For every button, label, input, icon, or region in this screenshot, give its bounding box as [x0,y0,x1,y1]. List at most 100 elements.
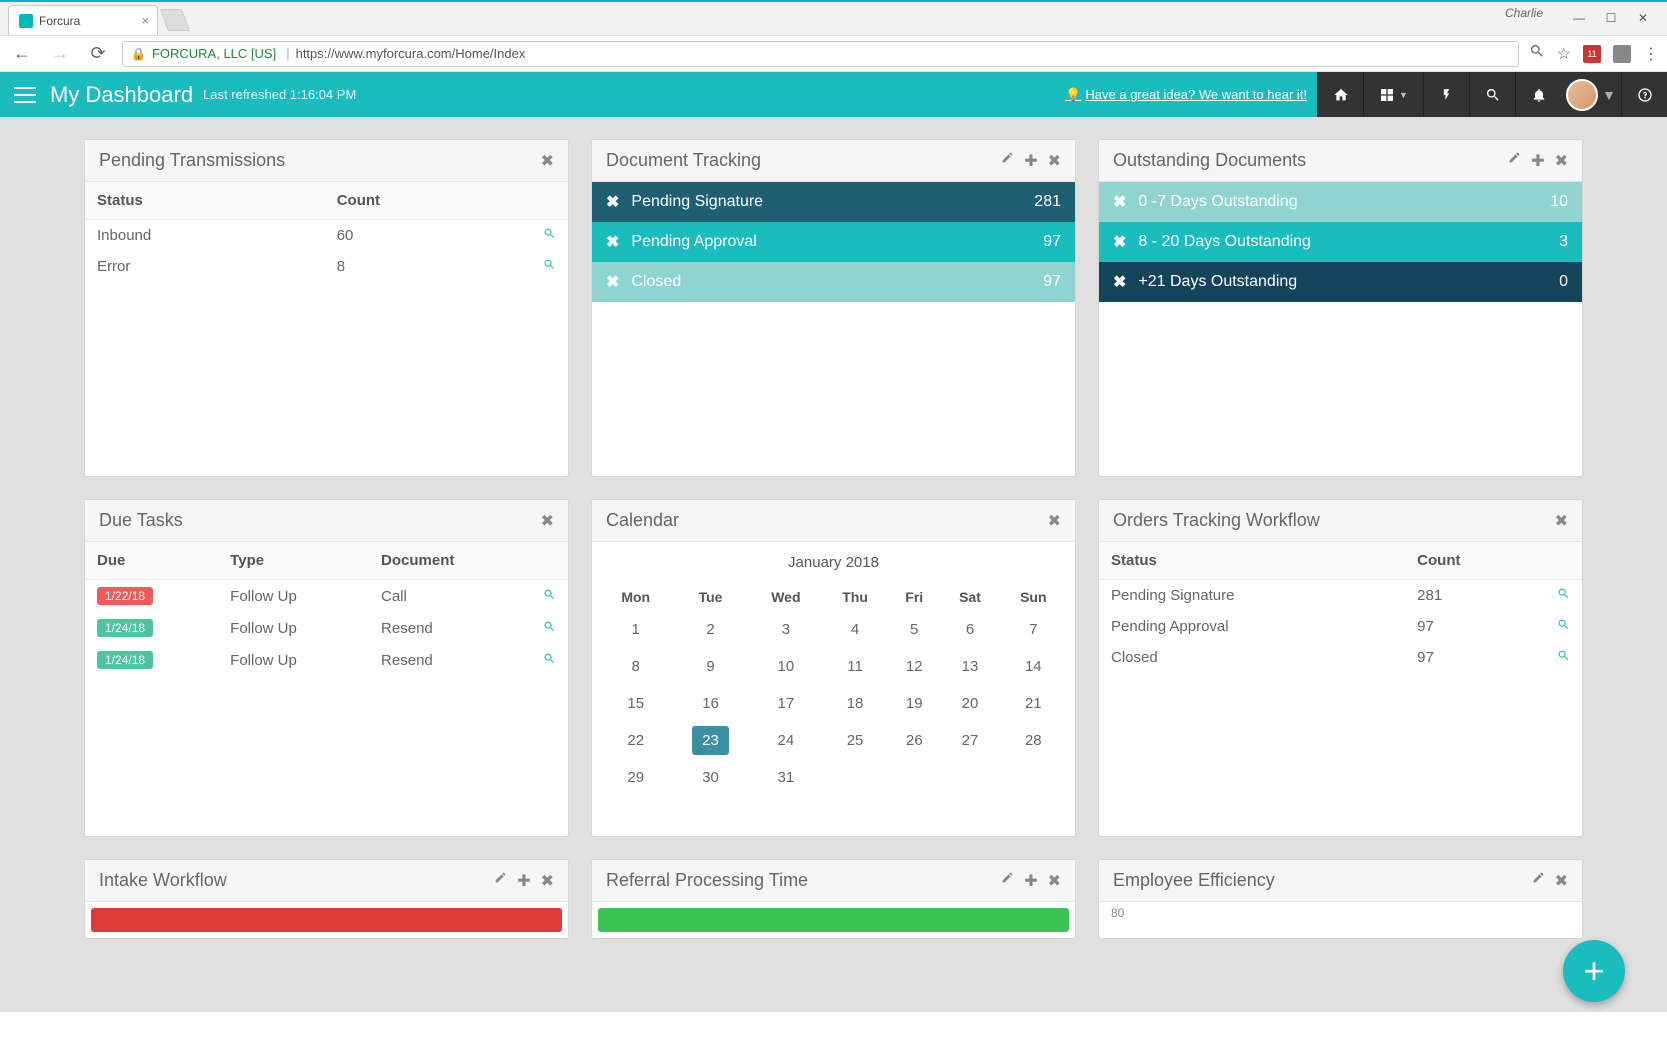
close-icon[interactable]: ✖ [606,272,619,292]
cal-day[interactable]: 4 [822,611,888,648]
home-button[interactable] [1317,72,1363,117]
avatar [1566,79,1598,111]
search-icon[interactable] [531,644,568,676]
cal-day[interactable]: 6 [940,611,999,648]
add-icon[interactable]: ✚ [1531,151,1544,171]
back-button[interactable]: ← [8,43,36,64]
cal-day[interactable]: 23 [671,722,749,759]
window-maximize-icon[interactable]: ☐ [1595,6,1627,30]
close-icon[interactable]: ✖ [541,871,554,891]
notifications-button[interactable] [1515,72,1561,117]
cal-day[interactable]: 11 [822,648,888,685]
search-icon[interactable] [531,580,568,613]
date-badge: 1/24/18 [97,651,153,669]
fab-add-button[interactable]: + [1563,940,1625,1002]
status-bar[interactable]: ✖ Closed 97 [592,262,1075,302]
forward-button[interactable]: → [46,43,74,64]
cal-day[interactable]: 1 [600,611,671,648]
close-icon[interactable]: ✖ [1048,151,1061,171]
new-tab-button[interactable] [160,9,190,31]
close-icon[interactable]: ✖ [1555,871,1568,891]
lightning-button[interactable] [1423,72,1469,117]
cal-day[interactable]: 26 [888,722,940,759]
search-icon[interactable] [531,612,568,644]
cal-day[interactable]: 19 [888,685,940,722]
add-icon[interactable]: ✚ [1024,151,1037,171]
bookmark-icon[interactable]: ☆ [1557,44,1571,64]
status-bar[interactable]: ✖ Pending Signature 281 [592,182,1075,222]
cal-day[interactable]: 18 [822,685,888,722]
help-button[interactable] [1621,72,1667,117]
add-icon[interactable]: ✚ [1024,871,1037,891]
cal-day[interactable]: 29 [600,759,671,796]
search-icon[interactable] [531,220,568,252]
table-row: Pending Approval 97 [1099,611,1582,642]
menu-toggle-icon[interactable] [14,87,36,103]
cal-day[interactable]: 9 [671,648,749,685]
menu-icon[interactable]: ⋮ [1643,44,1659,64]
cal-day[interactable]: 17 [750,685,822,722]
cal-day[interactable]: 28 [1000,722,1067,759]
edit-icon[interactable] [1001,151,1014,171]
edit-icon[interactable] [1001,871,1014,891]
cal-day[interactable]: 2 [671,611,749,648]
cal-day[interactable]: 12 [888,648,940,685]
browser-tab[interactable]: Forcura × [8,5,158,35]
cal-day[interactable]: 16 [671,685,749,722]
add-icon[interactable]: ✚ [517,871,530,891]
close-icon[interactable]: ✖ [541,151,554,171]
close-icon[interactable]: ✖ [1048,871,1061,891]
extension2-icon[interactable] [1613,45,1631,63]
search-icon[interactable] [531,251,568,282]
close-icon[interactable]: ✖ [1048,511,1061,531]
app-topbar: My Dashboard Last refreshed 1:16:04 PM 💡… [0,72,1667,117]
close-icon[interactable]: ✖ [1555,151,1568,171]
extension-icon[interactable]: 11 [1583,45,1601,63]
idea-link[interactable]: 💡 Have a great idea? We want to hear it! [1065,87,1317,103]
search-icon[interactable] [1545,611,1582,642]
user-menu[interactable]: ▼ [1561,72,1621,117]
close-tab-icon[interactable]: × [141,13,149,28]
cal-day[interactable]: 21 [1000,685,1067,722]
cal-day[interactable]: 31 [750,759,822,796]
reload-button[interactable]: ⟳ [84,43,112,64]
window-close-icon[interactable]: ✕ [1627,6,1659,30]
zoom-icon[interactable] [1529,43,1545,64]
close-icon[interactable]: ✖ [1113,272,1126,292]
cal-day[interactable]: 15 [600,685,671,722]
cal-day[interactable]: 27 [940,722,999,759]
cal-day[interactable]: 24 [750,722,822,759]
search-icon[interactable] [1545,580,1582,612]
close-icon[interactable]: ✖ [606,192,619,212]
cal-day[interactable]: 22 [600,722,671,759]
cal-day[interactable]: 30 [671,759,749,796]
status-bar[interactable]: ✖ +21 Days Outstanding 0 [1099,262,1582,302]
close-icon[interactable]: ✖ [1113,192,1126,212]
window-minimize-icon[interactable]: — [1563,6,1595,30]
widget-intake-workflow: Intake Workflow ✚ ✖ [84,859,569,939]
cal-day[interactable]: 14 [1000,648,1067,685]
status-bar[interactable]: ✖ Pending Approval 97 [592,222,1075,262]
close-icon[interactable]: ✖ [1113,232,1126,252]
search-button[interactable] [1469,72,1515,117]
edit-icon[interactable] [494,871,507,891]
cal-day[interactable]: 10 [750,648,822,685]
url-input[interactable]: 🔒 FORCURA, LLC [US] | https://www.myforc… [122,41,1519,67]
cal-day[interactable]: 8 [600,648,671,685]
status-bar[interactable]: ✖ 0 -7 Days Outstanding 10 [1099,182,1582,222]
cal-day[interactable]: 5 [888,611,940,648]
cal-day[interactable]: 3 [750,611,822,648]
cal-day[interactable]: 13 [940,648,999,685]
col-status: Status [1099,542,1405,580]
grid-menu-button[interactable]: ▼ [1363,72,1423,117]
edit-icon[interactable] [1532,871,1545,891]
close-icon[interactable]: ✖ [541,511,554,531]
status-bar[interactable]: ✖ 8 - 20 Days Outstanding 3 [1099,222,1582,262]
cal-day[interactable]: 20 [940,685,999,722]
close-icon[interactable]: ✖ [606,232,619,252]
search-icon[interactable] [1545,642,1582,673]
edit-icon[interactable] [1508,151,1521,171]
cal-day[interactable]: 7 [1000,611,1067,648]
cal-day[interactable]: 25 [822,722,888,759]
close-icon[interactable]: ✖ [1555,511,1568,531]
